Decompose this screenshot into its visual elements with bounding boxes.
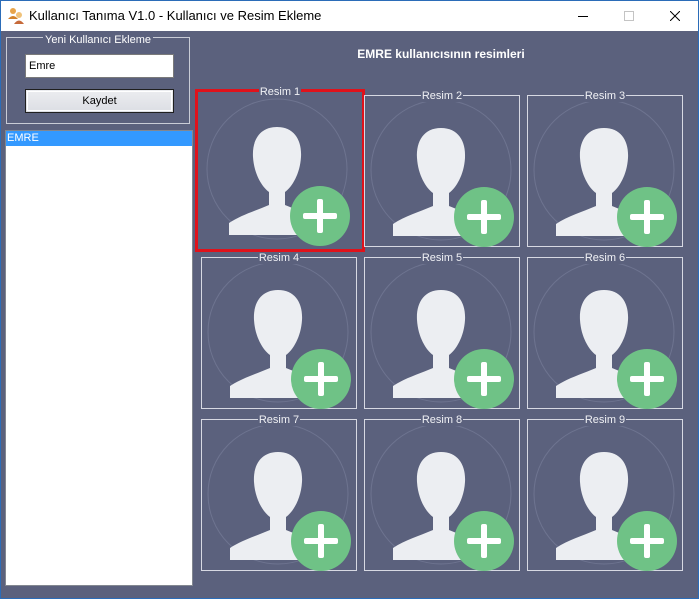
add-image-icon[interactable] bbox=[617, 187, 677, 247]
close-icon bbox=[670, 11, 680, 21]
avatar-placeholder-icon bbox=[207, 423, 351, 571]
image-slot-label: Resim 6 bbox=[583, 252, 627, 264]
add-image-icon[interactable] bbox=[617, 511, 677, 571]
image-slot-3[interactable]: Resim 3 bbox=[527, 90, 683, 247]
add-image-icon[interactable] bbox=[291, 349, 351, 409]
avatar-placeholder-icon bbox=[533, 423, 677, 571]
app-users-icon bbox=[8, 8, 24, 24]
image-slot-1[interactable]: Resim 1 bbox=[195, 86, 365, 252]
user-list[interactable]: EMRE bbox=[5, 130, 193, 586]
left-panel: Yeni Kullanıcı Ekleme Kaydet EMRE bbox=[1, 31, 197, 598]
avatar-placeholder-icon bbox=[370, 99, 514, 247]
avatar-placeholder-icon bbox=[370, 261, 514, 409]
images-heading: EMRE kullanıcısının resimleri bbox=[357, 47, 525, 61]
app-window: Kullanıcı Tanıma V1.0 - Kullanıcı ve Res… bbox=[0, 0, 699, 599]
avatar-placeholder-icon bbox=[206, 98, 350, 246]
image-slot-label: Resim 4 bbox=[257, 252, 301, 264]
image-slot-4[interactable]: Resim 4 bbox=[201, 252, 357, 409]
image-slot-2[interactable]: Resim 2 bbox=[364, 90, 520, 247]
add-image-icon[interactable] bbox=[454, 349, 514, 409]
avatar-placeholder-icon bbox=[533, 99, 677, 247]
minimize-icon bbox=[578, 16, 588, 17]
close-button[interactable] bbox=[652, 1, 698, 31]
title-bar[interactable]: Kullanıcı Tanıma V1.0 - Kullanıcı ve Res… bbox=[1, 1, 698, 31]
new-user-groupbox: Yeni Kullanıcı Ekleme Kaydet bbox=[6, 34, 190, 124]
maximize-button[interactable] bbox=[606, 1, 652, 31]
save-button[interactable]: Kaydet bbox=[25, 89, 174, 113]
window-title: Kullanıcı Tanıma V1.0 - Kullanıcı ve Res… bbox=[29, 8, 322, 23]
image-slot-label: Resim 3 bbox=[583, 90, 627, 102]
maximize-icon bbox=[624, 11, 634, 21]
image-slot-label: Resim 5 bbox=[420, 252, 464, 264]
user-name-input[interactable] bbox=[25, 54, 174, 78]
add-image-icon[interactable] bbox=[454, 187, 514, 247]
image-slot-5[interactable]: Resim 5 bbox=[364, 252, 520, 409]
avatar-placeholder-icon bbox=[207, 261, 351, 409]
avatar-placeholder-icon bbox=[370, 423, 514, 571]
image-slot-9[interactable]: Resim 9 bbox=[527, 414, 683, 571]
image-slot-label: Resim 2 bbox=[420, 90, 464, 102]
user-list-item[interactable]: EMRE bbox=[6, 131, 192, 146]
avatar-placeholder-icon bbox=[533, 261, 677, 409]
add-image-icon[interactable] bbox=[290, 186, 350, 246]
image-slot-label: Resim 9 bbox=[583, 414, 627, 426]
add-image-icon[interactable] bbox=[617, 349, 677, 409]
image-slot-label: Resim 8 bbox=[420, 414, 464, 426]
image-slot-8[interactable]: Resim 8 bbox=[364, 414, 520, 571]
image-slot-6[interactable]: Resim 6 bbox=[527, 252, 683, 409]
add-image-icon[interactable] bbox=[454, 511, 514, 571]
image-slot-7[interactable]: Resim 7 bbox=[201, 414, 357, 571]
add-image-icon[interactable] bbox=[291, 511, 351, 571]
image-slot-label: Resim 1 bbox=[258, 86, 302, 98]
groupbox-legend: Yeni Kullanıcı Ekleme bbox=[43, 34, 153, 46]
minimize-button[interactable] bbox=[560, 1, 606, 31]
image-slot-label: Resim 7 bbox=[257, 414, 301, 426]
